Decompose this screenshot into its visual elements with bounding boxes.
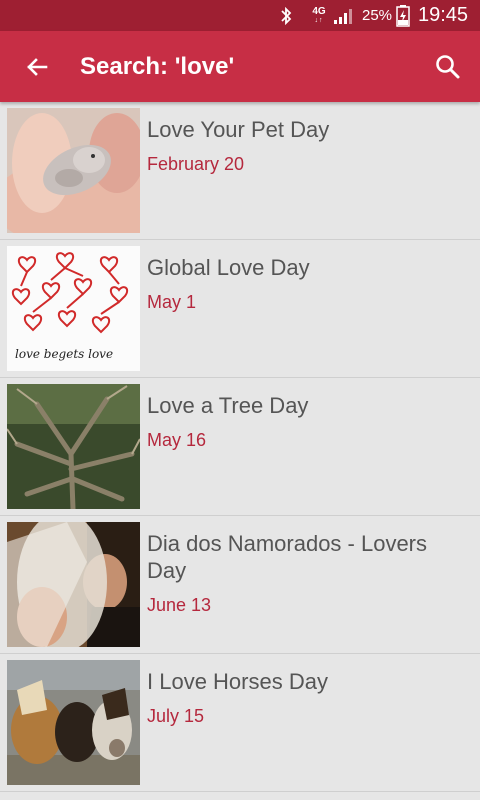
battery-percent: 25% <box>362 7 393 24</box>
list-item[interactable]: Love Your Pet Day February 20 <box>0 102 480 240</box>
page-title: Search: 'love' <box>80 53 235 80</box>
clock: 19:45 <box>418 4 469 26</box>
thumbnail-hamster <box>7 108 140 233</box>
event-date: May 16 <box>147 430 207 450</box>
network-label: 4G <box>312 5 326 17</box>
arrow-left-icon <box>27 58 48 76</box>
battery-charging-icon <box>396 0 412 31</box>
event-date: May 1 <box>147 292 197 312</box>
results-list: Love Your Pet Day February 20 love beget… <box>0 102 480 792</box>
signal-icon <box>333 0 357 31</box>
app-bar: Search: 'love' <box>0 31 480 102</box>
event-date: July 15 <box>147 706 205 726</box>
network-indicator: 4G ↓↑ <box>308 0 330 31</box>
network-arrows-icon: ↓↑ <box>314 16 324 24</box>
event-title: Love a Tree Day <box>147 393 309 418</box>
event-title: Dia dos Namorados - Lovers Day <box>147 531 428 583</box>
thumbnail-horses <box>7 660 140 785</box>
search-button[interactable] <box>428 48 468 86</box>
list-item[interactable]: Dia dos Namorados - Lovers Day June 13 <box>0 516 480 654</box>
event-title: Global Love Day <box>147 255 310 280</box>
thumbnail-tree <box>7 384 140 509</box>
list-item[interactable]: I Love Horses Day July 15 <box>0 654 480 792</box>
event-title: Love Your Pet Day <box>147 117 330 142</box>
list-item[interactable]: love begets love Global Love Day May 1 <box>0 240 480 378</box>
bluetooth-icon <box>279 0 297 31</box>
thumbnail-hearts: love begets love <box>7 246 140 371</box>
search-icon <box>436 55 460 79</box>
event-date: February 20 <box>147 154 245 174</box>
thumbnail-couple <box>7 522 140 647</box>
event-title: I Love Horses Day <box>147 669 328 694</box>
status-bar: 4G ↓↑ 25% 19:45 <box>0 0 480 31</box>
event-date: June 13 <box>147 595 212 615</box>
back-button[interactable] <box>18 48 56 86</box>
list-item[interactable]: Love a Tree Day May 16 <box>0 378 480 516</box>
svg-text:love begets love: love begets love <box>15 347 113 361</box>
